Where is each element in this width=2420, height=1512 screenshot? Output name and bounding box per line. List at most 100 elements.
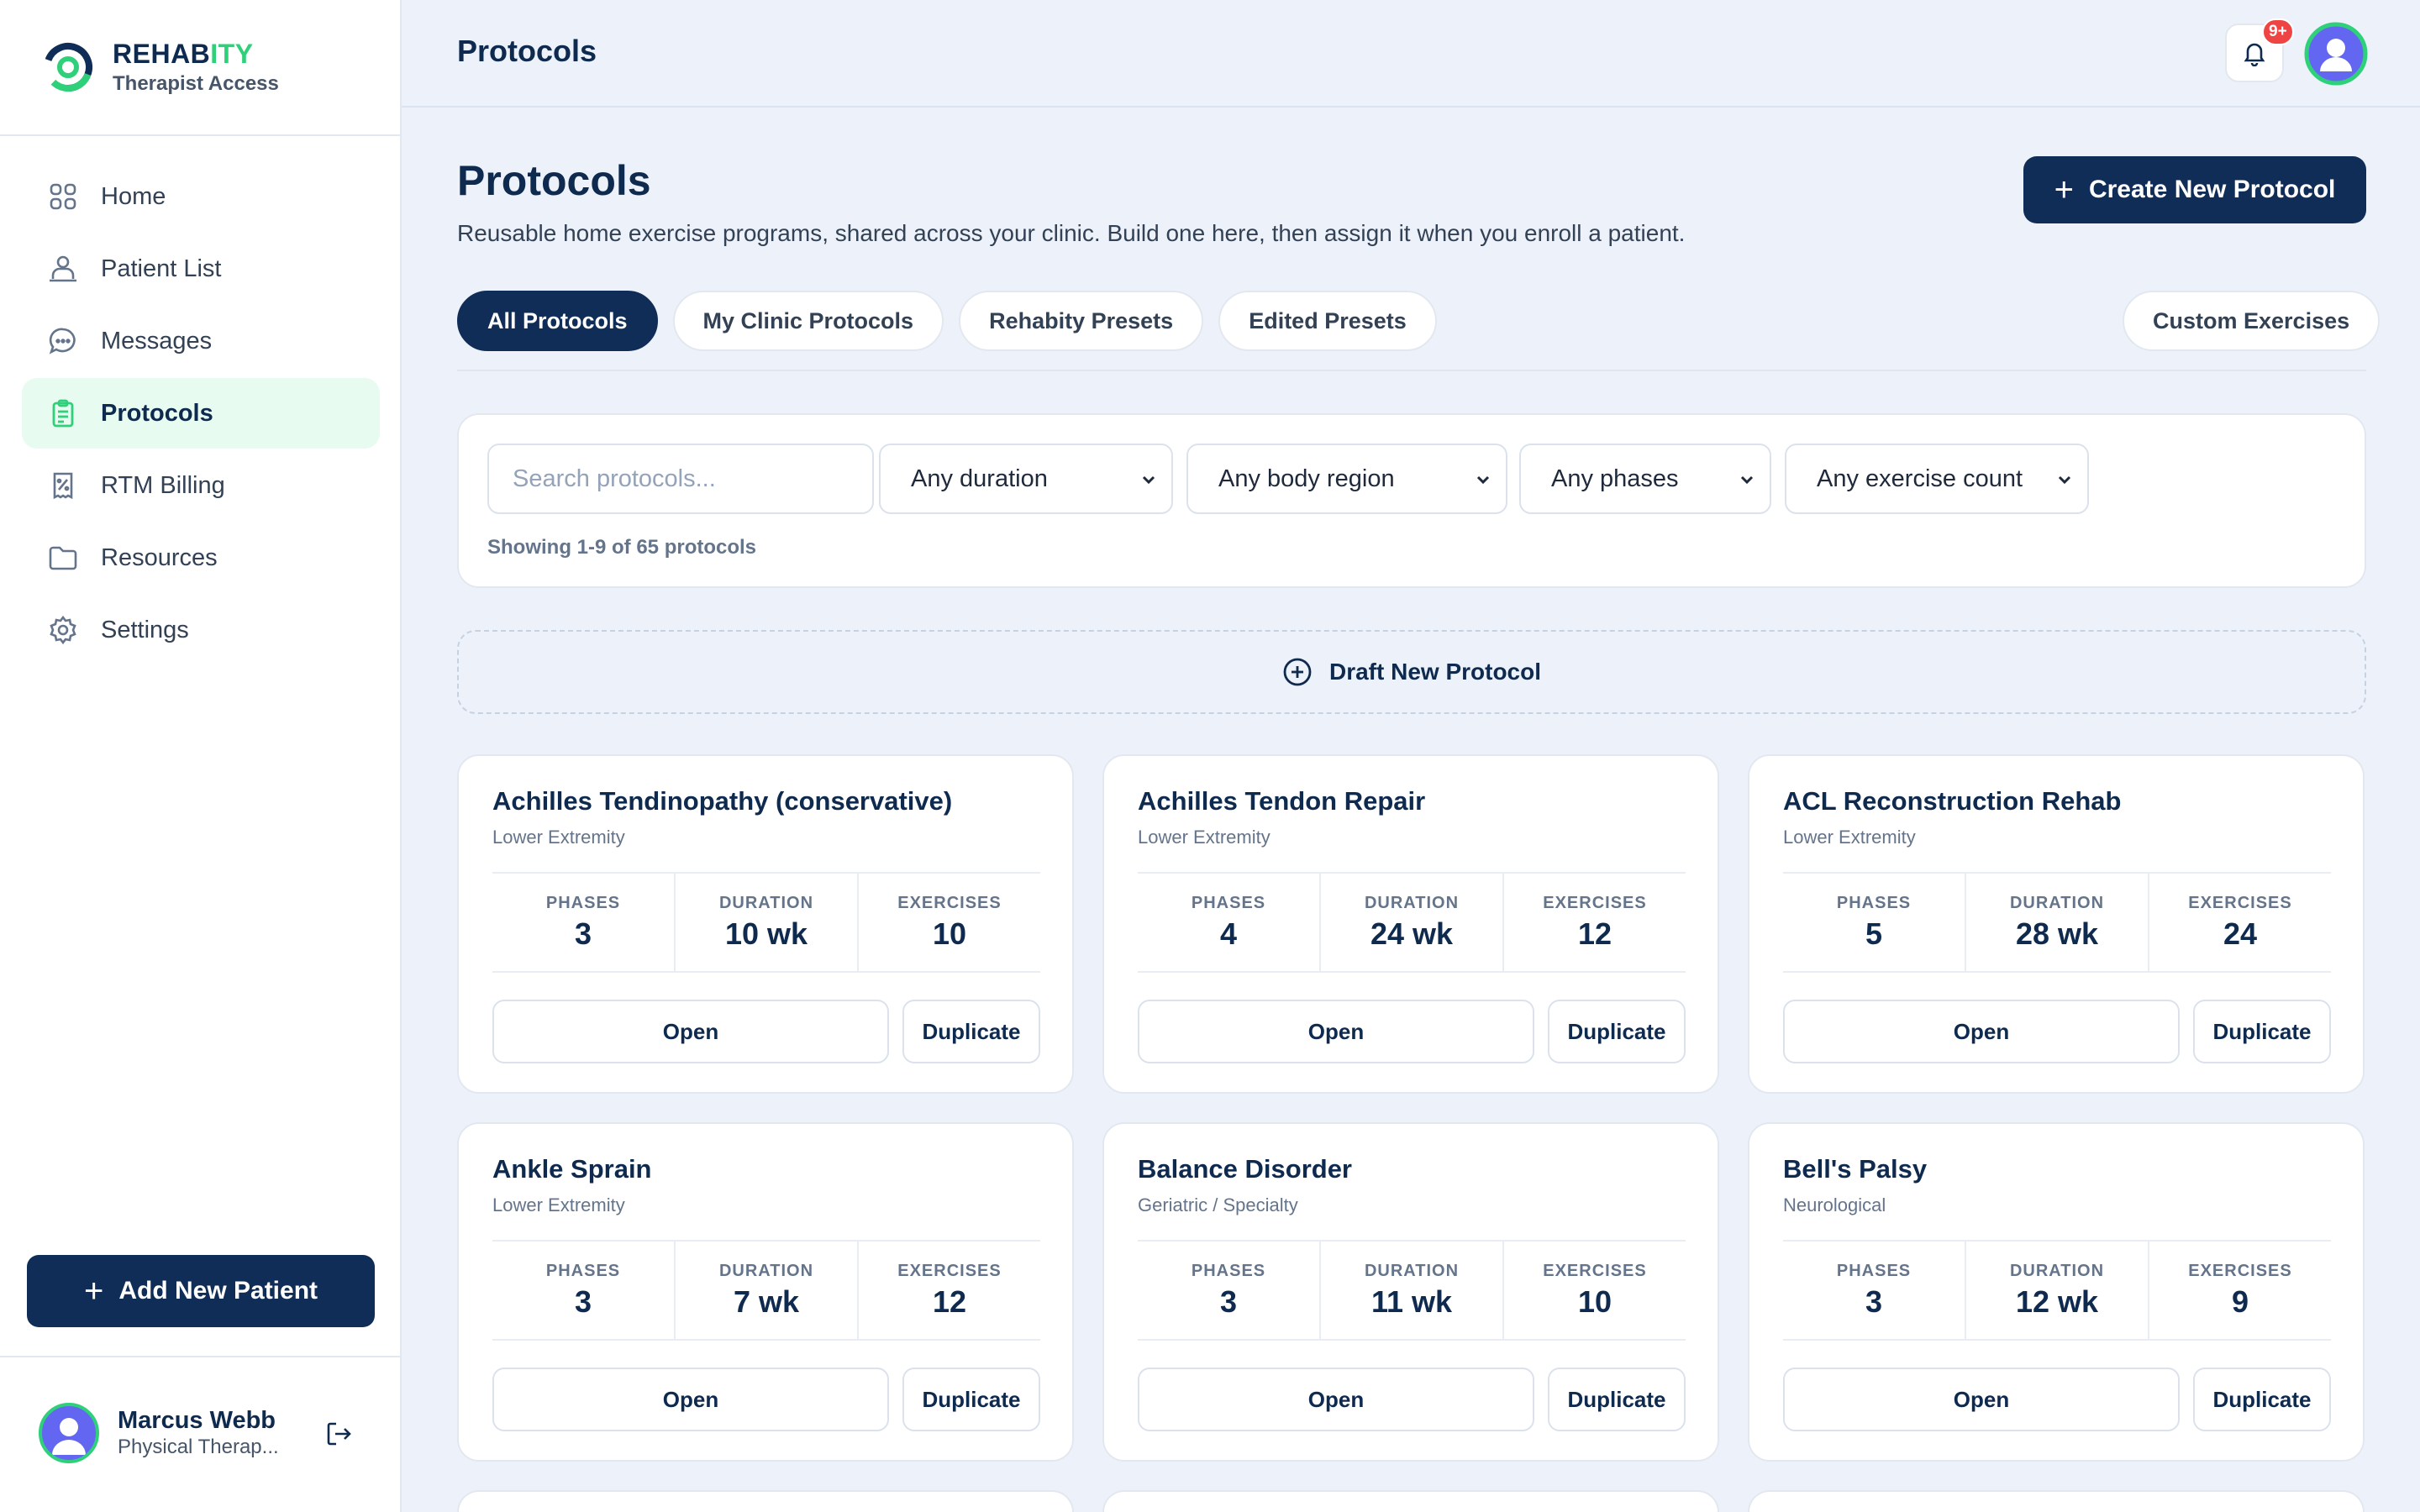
- add-new-patient-label: Add New Patient: [118, 1277, 318, 1305]
- protocol-stats: PHASES 4 DURATION 24 wk EXERCISES 12: [1138, 872, 1686, 973]
- protocol-stats: PHASES 3 DURATION 7 wk EXERCISES 12: [492, 1240, 1040, 1341]
- stat-value: 28 wk: [2015, 916, 2099, 951]
- stat-label: PHASES: [1836, 893, 1912, 912]
- protocol-card: Achilles Tendon Repair Lower Extremity P…: [1102, 754, 1719, 1094]
- protocol-card: ACL Reconstruction Rehab Lower Extremity…: [1748, 754, 2365, 1094]
- protocol-title: Achilles Tendon Repair: [1138, 786, 1426, 816]
- stat-value: 12: [1577, 916, 1612, 951]
- protocol-category: Lower Extremity: [1138, 827, 1270, 848]
- draft-new-protocol-button[interactable]: Draft New Protocol: [457, 630, 2366, 714]
- duplicate-button[interactable]: Duplicate: [1548, 1368, 1686, 1431]
- sidebar-item-label: Settings: [101, 616, 189, 643]
- stat-label: EXERCISES: [1543, 1261, 1647, 1280]
- add-new-patient-button[interactable]: + Add New Patient: [27, 1255, 375, 1327]
- stat-phases: PHASES 3: [1783, 1242, 1966, 1339]
- duration-select[interactable]: Any duration: [879, 444, 1173, 514]
- phases-select-value: Any phases: [1551, 465, 1679, 492]
- stat-value: 3: [1865, 1284, 1883, 1319]
- user-role: Physical Therap...: [118, 1436, 279, 1458]
- stat-duration: DURATION 10 wk: [676, 874, 859, 971]
- user-profile[interactable]: Marcus Webb Physical Therap...: [39, 1403, 279, 1463]
- stat-label: PHASES: [1191, 893, 1266, 912]
- exercise-count-select[interactable]: Any exercise count: [1785, 444, 2089, 514]
- stat-value: 10 wk: [724, 916, 808, 951]
- receipt-icon: [47, 470, 79, 501]
- phases-select[interactable]: Any phases: [1519, 444, 1771, 514]
- custom-exercises-button[interactable]: Custom Exercises: [2123, 291, 2381, 351]
- stat-label: PHASES: [1836, 1261, 1912, 1280]
- stat-exercises: EXERCISES 10: [1504, 1242, 1686, 1339]
- stat-phases: PHASES 3: [1138, 1242, 1321, 1339]
- protocol-category: Neurological: [1783, 1194, 1886, 1215]
- sidebar-item-home[interactable]: Home: [22, 161, 380, 232]
- open-button[interactable]: Open: [492, 1368, 889, 1431]
- open-button[interactable]: Open: [492, 1000, 889, 1063]
- stat-value: 3: [574, 916, 592, 951]
- chevron-down-icon: [1740, 475, 1754, 485]
- protocol-category: Lower Extremity: [492, 827, 625, 848]
- sidebar-item-messages[interactable]: Messages: [22, 306, 380, 376]
- search-input[interactable]: [487, 444, 874, 514]
- stat-exercises: EXERCISES 24: [2149, 874, 2331, 971]
- protocol-card: Balance Disorder Geriatric / Specialty P…: [1102, 1122, 1719, 1462]
- gear-icon: [47, 614, 79, 646]
- protocol-card-partial: [1102, 1490, 1719, 1512]
- stat-value: 12: [932, 1284, 967, 1319]
- sidebar-item-label: Resources: [101, 543, 218, 571]
- brand-name: REHABITY: [113, 39, 254, 69]
- sidebar-item-rtm-billing[interactable]: RTM Billing: [22, 450, 380, 521]
- brand-subtitle: Therapist Access: [113, 72, 279, 95]
- duplicate-button[interactable]: Duplicate: [902, 1368, 1040, 1431]
- stat-duration: DURATION 28 wk: [1966, 874, 2149, 971]
- stat-exercises: EXERCISES 12: [1504, 874, 1686, 971]
- plus-icon: +: [2054, 171, 2074, 208]
- protocol-stats: PHASES 3 DURATION 10 wk EXERCISES 10: [492, 872, 1040, 973]
- duplicate-button[interactable]: Duplicate: [2193, 1000, 2331, 1063]
- sidebar-item-label: RTM Billing: [101, 471, 225, 499]
- rehabity-logo-icon: [44, 43, 92, 92]
- stat-label: EXERCISES: [897, 1261, 1002, 1280]
- protocol-card-partial: [457, 1490, 1074, 1512]
- body-region-select[interactable]: Any body region: [1186, 444, 1507, 514]
- duration-select-value: Any duration: [911, 465, 1048, 492]
- protocol-title: Balance Disorder: [1138, 1154, 1352, 1184]
- stat-value: 5: [1865, 916, 1883, 951]
- stat-phases: PHASES 4: [1138, 874, 1321, 971]
- stat-label: DURATION: [2009, 893, 2105, 912]
- protocol-title: ACL Reconstruction Rehab: [1783, 786, 2122, 816]
- tab-rehabity-presets[interactable]: Rehabity Presets: [959, 291, 1204, 351]
- tab-all-protocols[interactable]: All Protocols: [457, 291, 658, 351]
- protocol-stats: PHASES 3 DURATION 11 wk EXERCISES 10: [1138, 1240, 1686, 1341]
- clipboard-icon: [47, 397, 79, 429]
- tab-edited-presets[interactable]: Edited Presets: [1218, 291, 1437, 351]
- logout-icon[interactable]: [324, 1420, 353, 1448]
- sidebar-divider: [0, 1356, 402, 1357]
- stat-label: DURATION: [718, 1261, 814, 1280]
- stat-label: PHASES: [545, 893, 621, 912]
- sidebar-item-resources[interactable]: Resources: [22, 522, 380, 593]
- create-new-protocol-label: Create New Protocol: [2088, 176, 2336, 203]
- stat-label: DURATION: [1364, 1261, 1460, 1280]
- open-button[interactable]: Open: [1138, 1368, 1534, 1431]
- duplicate-button[interactable]: Duplicate: [1548, 1000, 1686, 1063]
- stat-exercises: EXERCISES 10: [859, 874, 1040, 971]
- stat-label: EXERCISES: [1543, 893, 1647, 912]
- sidebar-item-protocols[interactable]: Protocols: [22, 378, 380, 449]
- stat-label: EXERCISES: [2188, 1261, 2292, 1280]
- tab-my-clinic-protocols[interactable]: My Clinic Protocols: [672, 291, 944, 351]
- open-button[interactable]: Open: [1138, 1000, 1534, 1063]
- duplicate-button[interactable]: Duplicate: [2193, 1368, 2331, 1431]
- chevron-down-icon: [1142, 475, 1155, 485]
- duplicate-button[interactable]: Duplicate: [902, 1000, 1040, 1063]
- sidebar-item-settings[interactable]: Settings: [22, 595, 380, 665]
- stat-phases: PHASES 5: [1783, 874, 1966, 971]
- protocol-card: Achilles Tendinopathy (conservative) Low…: [457, 754, 1074, 1094]
- brand[interactable]: REHABITY Therapist Access: [42, 34, 279, 101]
- open-button[interactable]: Open: [1783, 1368, 2180, 1431]
- create-new-protocol-button[interactable]: + Create New Protocol: [2023, 156, 2366, 223]
- profile-avatar-icon[interactable]: [2304, 22, 2368, 86]
- sidebar-item-patient-list[interactable]: Patient List: [22, 234, 380, 304]
- open-button[interactable]: Open: [1783, 1000, 2180, 1063]
- stat-value: 12 wk: [2015, 1284, 2099, 1319]
- protocol-category: Lower Extremity: [492, 1194, 625, 1215]
